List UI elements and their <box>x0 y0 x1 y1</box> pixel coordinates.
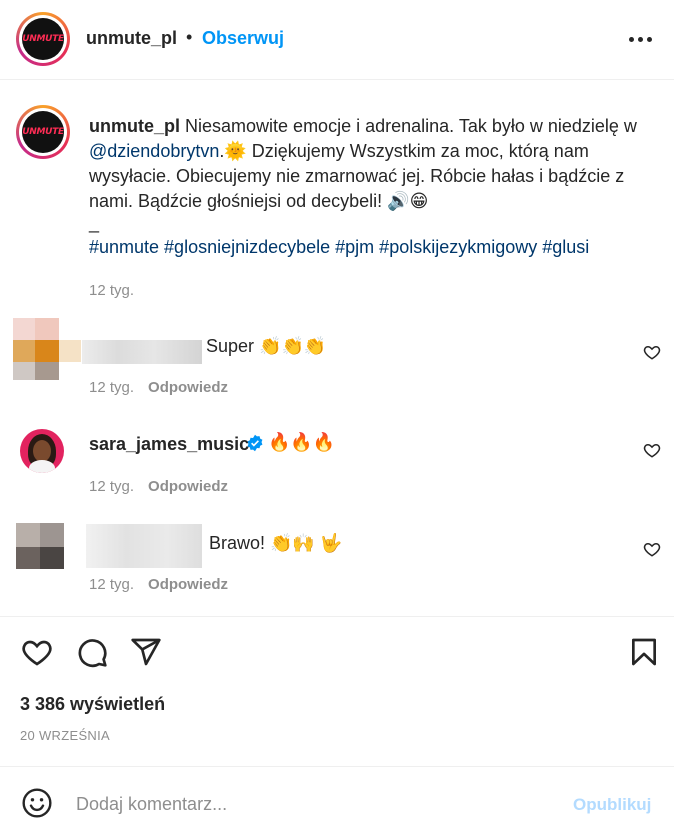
divider <box>0 616 674 617</box>
emoji-icon[interactable] <box>21 787 53 819</box>
like-comment-icon[interactable] <box>643 540 661 558</box>
like-comment-icon[interactable] <box>643 343 661 361</box>
divider <box>0 766 674 767</box>
caption-dash: _ <box>89 213 100 233</box>
views-count: 3 386 wyświetleń <box>20 694 166 714</box>
caption-username[interactable]: unmute_pl <box>89 116 180 136</box>
comment-avatar[interactable] <box>20 429 64 473</box>
reply-button[interactable]: Odpowiedz <box>148 576 228 593</box>
caption-time: 12 tyg. <box>89 282 135 299</box>
caption-hashtags[interactable]: #unmute #glosniejnizdecybele #pjm #polsk… <box>89 235 659 260</box>
comment-username[interactable]: sara_james_music <box>89 434 249 455</box>
comment-username-redacted <box>86 524 202 568</box>
verified-icon <box>247 434 263 452</box>
separator-dot: • <box>186 27 193 47</box>
header-username[interactable]: unmute_pl <box>86 28 177 49</box>
comment-meta: 12 tyg. Odpowiedz <box>89 478 228 495</box>
caption-text-before: Niesamowite emocje i adrenalina. Tak był… <box>180 116 637 136</box>
brand-logo: UNMUTE <box>22 111 64 153</box>
comment-meta: 12 tyg. Odpowiedz <box>89 576 228 593</box>
share-icon[interactable] <box>130 636 162 668</box>
heart-icon[interactable] <box>21 636 53 668</box>
comment-username-redacted <box>82 340 202 364</box>
follow-button[interactable]: Obserwuj <box>202 28 284 49</box>
comment-input[interactable] <box>76 792 556 816</box>
profile-avatar[interactable]: UNMUTE <box>16 12 70 66</box>
like-comment-icon[interactable] <box>643 441 661 459</box>
comment-text: 🔥🔥🔥 <box>268 432 336 452</box>
comment-text: Brawo! 👏🙌 🤟 <box>209 533 343 553</box>
caption-avatar[interactable]: UNMUTE <box>16 105 70 159</box>
post-date: 20 WRZEŚNIA <box>20 728 110 743</box>
more-icon[interactable] <box>627 30 655 48</box>
publish-button[interactable]: Opublikuj <box>573 795 651 815</box>
comment-icon[interactable] <box>76 636 108 668</box>
bookmark-icon[interactable] <box>628 636 660 668</box>
comment-time: 12 tyg. <box>89 379 135 396</box>
comment-time: 12 tyg. <box>89 576 135 593</box>
brand-logo: UNMUTE <box>22 18 64 60</box>
caption-mention[interactable]: @dziendobrytvn <box>89 141 219 161</box>
comment-time: 12 tyg. <box>89 478 135 495</box>
comment-meta: 12 tyg. Odpowiedz <box>89 379 228 396</box>
comment-text: Super 👏👏👏 <box>206 336 327 356</box>
post-header: UNMUTE unmute_pl • Obserwuj <box>0 0 674 80</box>
reply-button[interactable]: Odpowiedz <box>148 478 228 495</box>
reply-button[interactable]: Odpowiedz <box>148 379 228 396</box>
post-caption: unmute_pl Niesamowite emocje i adrenalin… <box>89 114 659 214</box>
